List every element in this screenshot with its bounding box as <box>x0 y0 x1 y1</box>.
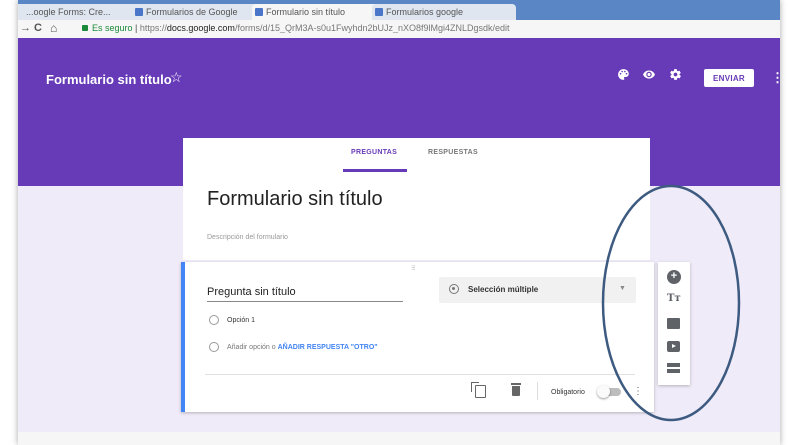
required-label: Obligatorio <box>551 389 585 396</box>
url-domain: docs.google.com <box>166 23 235 33</box>
eye-icon[interactable] <box>642 68 656 82</box>
star-icon[interactable]: ☆ <box>170 69 183 86</box>
radio-type-icon <box>449 284 459 294</box>
question-more-icon[interactable]: ⋮ <box>633 386 643 397</box>
form-title-input[interactable]: Formulario sin título <box>207 188 383 211</box>
duplicate-icon[interactable] <box>471 382 486 398</box>
reload-icon[interactable]: C <box>34 22 42 34</box>
option-1-input[interactable]: Opción 1 <box>227 317 255 324</box>
add-option-link[interactable]: Añadir opción <box>227 344 270 351</box>
add-option-row: Añadir opción o AÑADIR RESPUESTA "OTRO" <box>227 344 378 351</box>
add-title-icon[interactable]: Tт <box>667 292 681 306</box>
browser-tab-3-active[interactable]: Formulario sin título <box>252 4 384 20</box>
lock-icon <box>82 25 88 31</box>
question-type-dropdown[interactable]: Selección múltiple ▼ <box>439 277 636 303</box>
forms-favicon-icon <box>255 8 263 16</box>
drag-handle-icon[interactable]: ⁝⁝⁝ <box>411 264 416 272</box>
tab-preguntas[interactable]: PREGUNTAS <box>351 149 397 156</box>
home-icon[interactable]: ⌂ <box>50 21 57 35</box>
url-field[interactable]: Es seguro | https://docs.google.com/form… <box>92 23 512 33</box>
tab-label: Formularios de Google <box>146 7 238 17</box>
more-options-icon[interactable]: ⋮ <box>771 70 780 86</box>
forms-favicon-icon <box>375 8 383 16</box>
address-bar: → C ⌂ Es seguro | https://docs.google.co… <box>18 20 780 39</box>
add-option-radio <box>209 342 219 352</box>
browser-tab-strip: ...oogle Forms: Cre... Formularios de Go… <box>18 0 780 20</box>
form-tabs-card: PREGUNTAS RESPUESTAS <box>183 138 650 173</box>
forward-icon[interactable]: → <box>20 22 31 34</box>
browser-tab-2[interactable]: Formularios de Google <box>132 4 264 20</box>
trash-icon[interactable] <box>511 383 521 396</box>
form-description-input[interactable]: Descripción del formulario <box>207 234 288 241</box>
add-image-icon[interactable] <box>667 318 680 329</box>
add-other-link[interactable]: AÑADIR RESPUESTA "OTRO" <box>278 344 378 351</box>
palette-icon[interactable] <box>616 68 630 82</box>
toggle-knob <box>597 385 610 398</box>
tab-respuestas[interactable]: RESPUESTAS <box>428 149 478 156</box>
secure-label: Es seguro <box>92 23 133 33</box>
tab-label: ...oogle Forms: Cre... <box>26 7 111 17</box>
url-scheme: https:// <box>139 23 167 33</box>
question-title-input[interactable]: Pregunta sin título <box>207 286 403 302</box>
gear-icon[interactable] <box>668 68 682 82</box>
vertical-divider <box>537 382 538 400</box>
tab-label: Formulario sin título <box>266 7 346 17</box>
forms-favicon-icon <box>135 8 143 16</box>
tab-label: Formularios google <box>386 7 464 17</box>
side-toolbar: + Tт <box>658 262 690 385</box>
add-video-icon[interactable] <box>667 341 680 352</box>
option-radio <box>209 315 219 325</box>
browser-window: ...oogle Forms: Cre... Formularios de Go… <box>18 0 780 445</box>
add-question-icon[interactable]: + <box>667 270 681 284</box>
url-path: /forms/d/15_QrM3A-s0u1Fwyhdn2bUJz_nXO8f9… <box>234 23 510 33</box>
chevron-down-icon: ▼ <box>619 285 626 292</box>
required-toggle[interactable] <box>597 385 621 398</box>
header-form-title[interactable]: Formulario sin título <box>46 72 172 87</box>
send-button[interactable]: ENVIAR <box>704 69 754 87</box>
question-type-label: Selección múltiple <box>468 285 539 294</box>
page-bottom <box>18 432 780 445</box>
or-label: o <box>271 344 276 351</box>
form-title-card: Formulario sin título Descripción del fo… <box>183 172 650 260</box>
add-section-icon[interactable] <box>667 363 680 374</box>
question-card[interactable]: ⁝⁝⁝ Pregunta sin título Selección múltip… <box>181 262 654 412</box>
browser-tab-4[interactable]: Formularios google <box>372 4 516 20</box>
browser-tab-1[interactable]: ...oogle Forms: Cre... <box>18 4 144 20</box>
url-separator: | <box>132 23 140 33</box>
divider <box>205 374 635 375</box>
